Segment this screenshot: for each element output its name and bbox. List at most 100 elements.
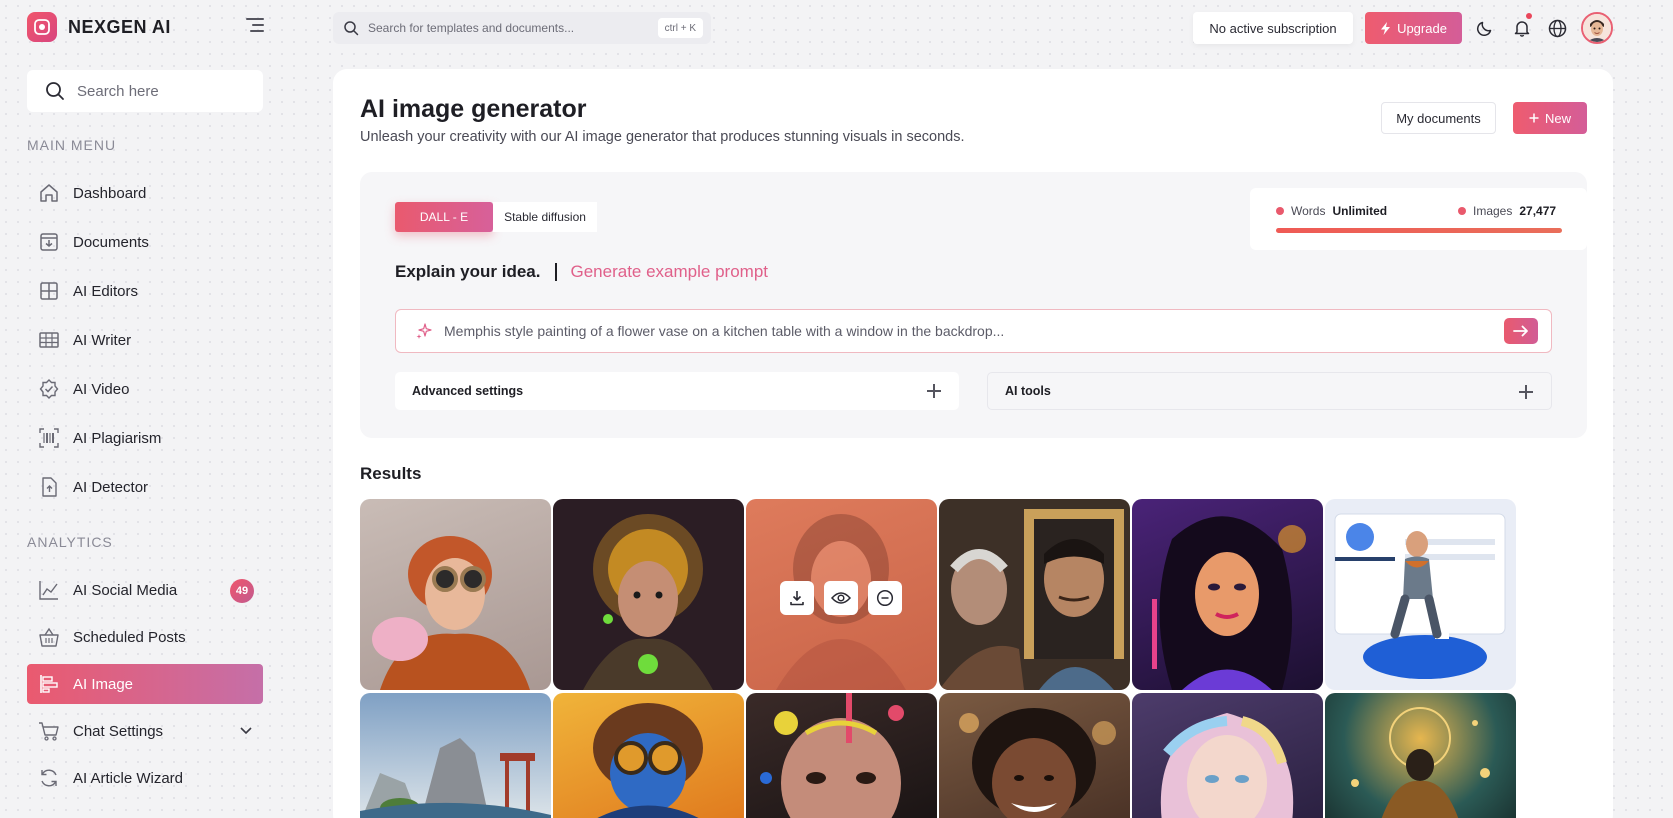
images-usage: Images 27,477 <box>1458 204 1556 218</box>
sidebar-item-label: Dashboard <box>73 184 147 202</box>
result-image[interactable] <box>1325 693 1516 818</box>
grid-icon <box>37 279 61 303</box>
result-image[interactable] <box>360 693 551 818</box>
align-chart-icon <box>37 672 61 696</box>
prompt-input[interactable]: Memphis style painting of a flower vase … <box>395 309 1552 353</box>
result-image[interactable] <box>553 499 744 690</box>
images-dot <box>1458 207 1466 215</box>
result-image[interactable] <box>939 499 1130 690</box>
tab-stable-diffusion[interactable]: Stable diffusion <box>493 202 597 232</box>
menu-toggle-icon[interactable] <box>246 18 264 34</box>
sparkle-icon <box>416 323 432 339</box>
sidebar-item-ai-article-wizard[interactable]: AI Article Wizard <box>27 758 263 798</box>
app-window: NEXGEN AI Search here MAIN MENU Dashboar… <box>0 0 1613 818</box>
usage-panel: Words Unlimited Images 27,477 <box>1250 188 1587 250</box>
sidebar-item-ai-video[interactable]: AI Video <box>27 369 263 409</box>
plus-icon <box>1519 385 1533 399</box>
document-download-icon <box>37 230 61 254</box>
lightning-icon <box>1381 21 1391 35</box>
sidebar-item-ai-plagiarism[interactable]: AI Plagiarism <box>27 418 263 458</box>
sidebar-item-label: AI Article Wizard <box>73 769 184 787</box>
notification-count-badge: 49 <box>230 579 254 603</box>
arrow-right-icon <box>1513 325 1528 337</box>
result-image[interactable] <box>939 693 1130 818</box>
generate-example-prompt-link[interactable]: Generate example prompt <box>571 262 769 282</box>
search-icon <box>344 21 359 36</box>
logo-icon <box>27 12 57 42</box>
plus-icon <box>1529 113 1539 123</box>
tab-dall-e[interactable]: DALL - E <box>395 202 493 232</box>
generator-panel: DALL - E Stable diffusion Words Unlimite… <box>360 172 1587 438</box>
usage-progress-bar <box>1276 228 1562 233</box>
image-hover-actions <box>780 581 902 615</box>
images-label: Images <box>1473 204 1513 218</box>
sidebar-item-label: AI Plagiarism <box>73 429 162 447</box>
result-image[interactable] <box>1325 499 1516 690</box>
sidebar-item-chat-settings[interactable]: Chat Settings <box>27 711 263 751</box>
sidebar-item-ai-editors[interactable]: AI Editors <box>27 271 263 311</box>
sidebar-item-label: Scheduled Posts <box>73 628 186 646</box>
sidebar-item-label: AI Editors <box>73 282 139 300</box>
app-logo[interactable]: NEXGEN AI <box>27 12 171 42</box>
badge-check-icon <box>37 377 61 401</box>
result-image[interactable] <box>1132 693 1323 818</box>
minus-circle-icon[interactable] <box>868 581 902 615</box>
file-upload-icon <box>37 475 61 499</box>
my-documents-button[interactable]: My documents <box>1381 102 1496 134</box>
prompt-placeholder: Memphis style painting of a flower vase … <box>444 323 1005 339</box>
global-search-placeholder: Search for templates and documents... <box>368 21 575 35</box>
result-image[interactable] <box>746 693 937 818</box>
trend-chart-icon <box>37 578 61 602</box>
app-name: NEXGEN AI <box>68 16 171 37</box>
result-image[interactable] <box>746 499 937 690</box>
eye-icon[interactable] <box>824 581 858 615</box>
barcode-scan-icon <box>37 426 61 450</box>
advanced-settings-label: Advanced settings <box>412 384 524 398</box>
refresh-icon <box>37 766 61 790</box>
sidebar-item-scheduled-posts[interactable]: Scheduled Posts <box>27 617 263 657</box>
main-content: AI image generator Unleash your creativi… <box>333 69 1613 818</box>
download-icon[interactable] <box>780 581 814 615</box>
words-dot <box>1276 207 1284 215</box>
notification-dot <box>1526 13 1532 19</box>
words-usage: Words Unlimited <box>1276 204 1387 218</box>
language-globe-icon[interactable] <box>1546 17 1568 39</box>
result-image[interactable] <box>1132 499 1323 690</box>
sidebar-item-ai-detector[interactable]: AI Detector <box>27 467 263 507</box>
page-title: AI image generator <box>360 95 587 123</box>
sidebar-item-ai-image[interactable]: AI Image <box>27 664 263 704</box>
notifications-bell-icon[interactable] <box>1511 13 1533 39</box>
words-label: Words <box>1291 204 1326 218</box>
results-title: Results <box>360 464 422 483</box>
sidebar-item-ai-social-media[interactable]: AI Social Media 49 <box>27 570 263 610</box>
sidebar-item-label: AI Video <box>73 380 130 398</box>
chevron-down-icon[interactable] <box>239 723 253 737</box>
upgrade-button[interactable]: Upgrade <box>1365 12 1462 44</box>
main-menu-label: MAIN MENU <box>27 137 117 153</box>
model-tabs: DALL - E Stable diffusion <box>395 202 597 232</box>
keyboard-shortcut-hint: ctrl + K <box>657 18 703 38</box>
divider <box>554 263 557 281</box>
advanced-settings-toggle[interactable]: Advanced settings <box>395 372 959 410</box>
sidebar-item-dashboard[interactable]: Dashboard <box>27 173 263 213</box>
words-value: Unlimited <box>1332 204 1388 218</box>
result-image[interactable] <box>360 499 551 690</box>
user-avatar[interactable] <box>1581 12 1613 44</box>
result-image[interactable] <box>553 693 744 818</box>
global-search-input[interactable]: Search for templates and documents... ct… <box>333 12 711 44</box>
new-button[interactable]: New <box>1513 102 1587 134</box>
table-icon <box>37 328 61 352</box>
sidebar-item-documents[interactable]: Documents <box>27 222 263 262</box>
analytics-label: ANALYTICS <box>27 534 113 550</box>
sidebar-item-ai-writer[interactable]: AI Writer <box>27 320 263 360</box>
home-icon <box>37 181 61 205</box>
dark-mode-moon-icon[interactable] <box>1474 17 1496 39</box>
page-subtitle: Unleash your creativity with our AI imag… <box>360 129 965 145</box>
ai-tools-toggle[interactable]: AI tools <box>987 372 1552 410</box>
sidebar-search-input[interactable]: Search here <box>27 70 263 112</box>
generate-submit-button[interactable] <box>1504 318 1538 344</box>
sidebar-search-placeholder: Search here <box>77 82 159 100</box>
search-icon <box>46 82 64 100</box>
explain-label: Explain your idea. <box>395 262 541 281</box>
new-label: New <box>1544 110 1571 126</box>
